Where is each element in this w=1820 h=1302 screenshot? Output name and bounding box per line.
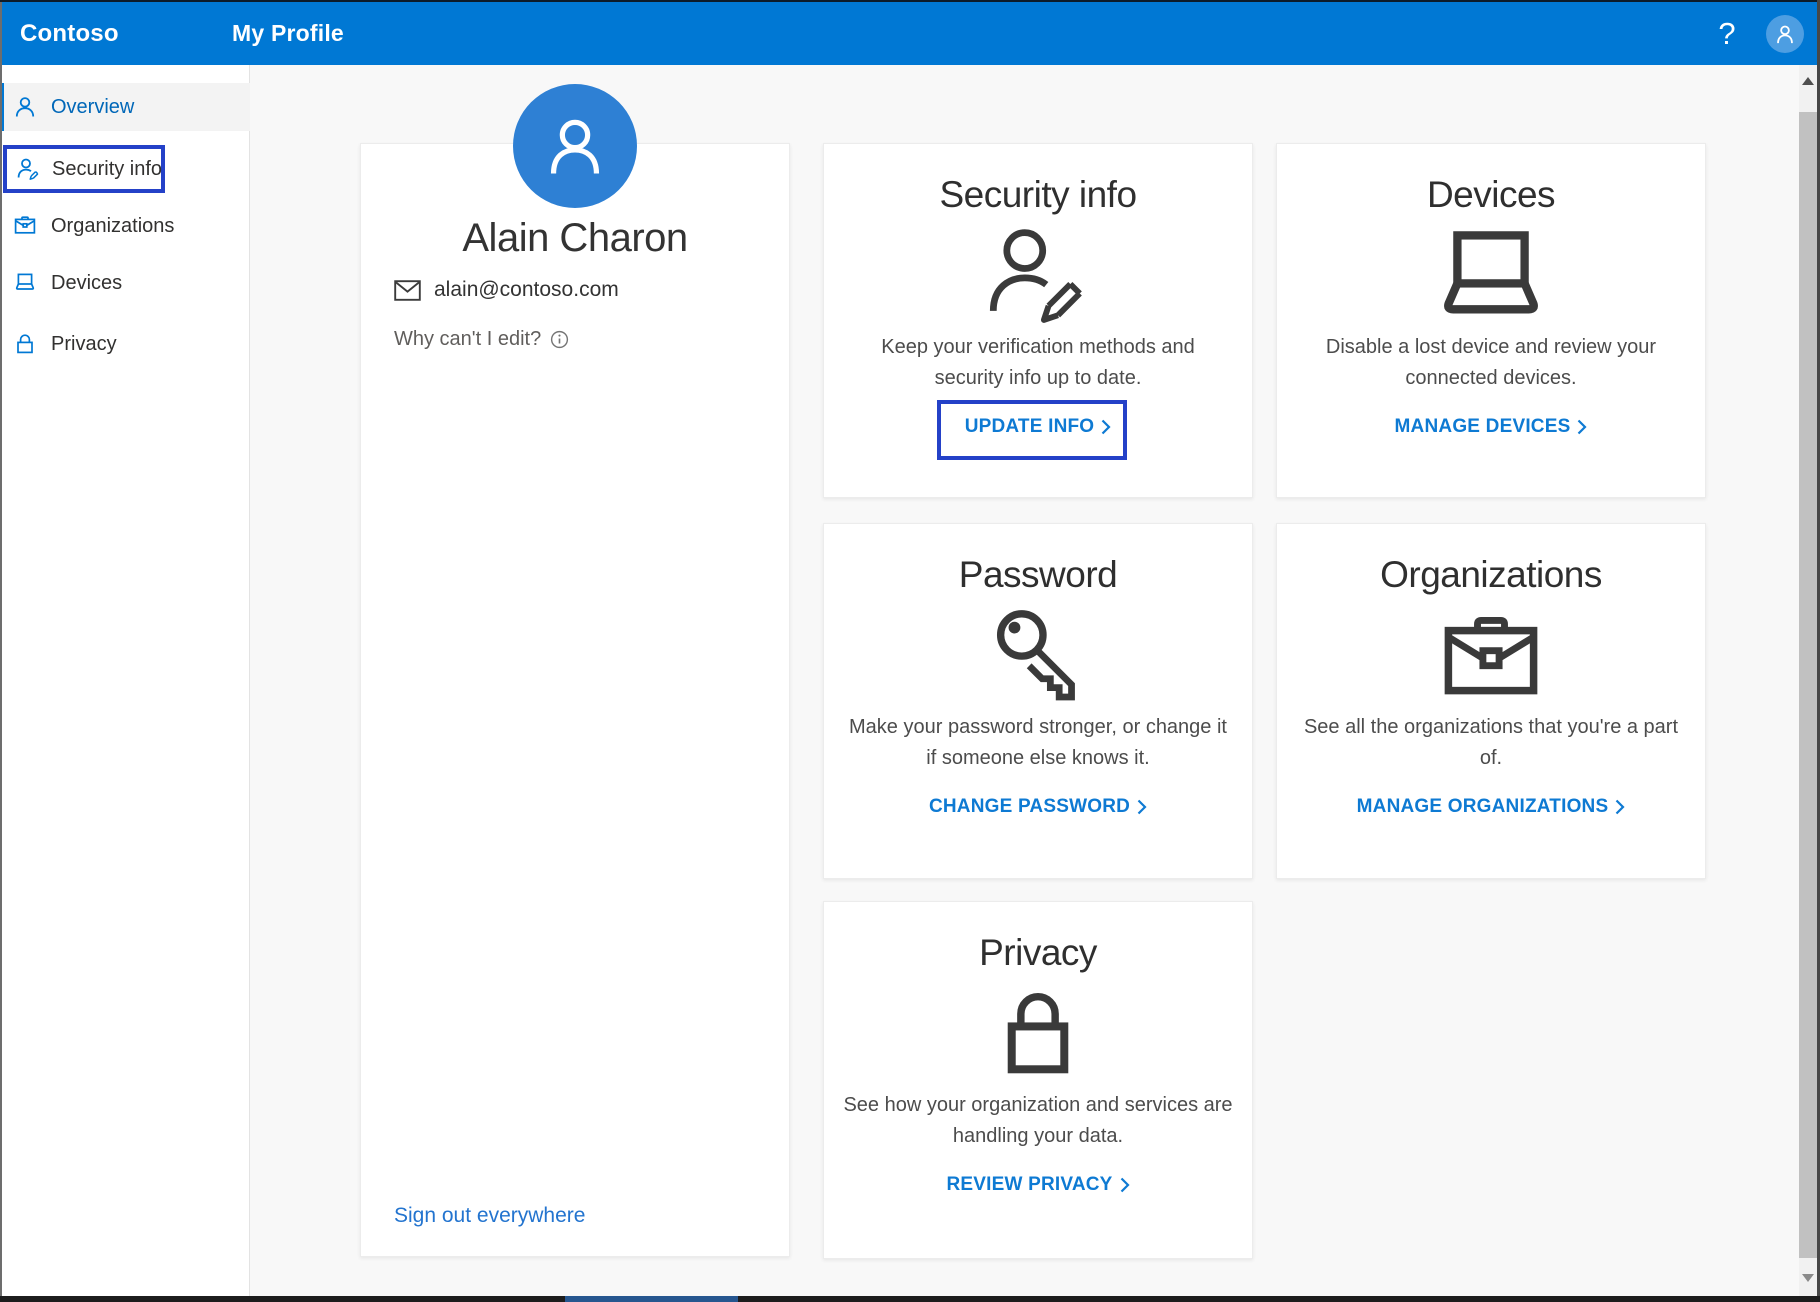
sign-out-everywhere-link[interactable]: Sign out everywhere [394, 1204, 585, 1228]
info-icon [550, 330, 569, 349]
card-title: Password [959, 554, 1117, 596]
sidebar-item-label: Organizations [51, 215, 174, 238]
top-app-bar: Contoso My Profile ? [0, 2, 1820, 65]
change-password-link[interactable]: CHANGE PASSWORD [929, 796, 1147, 818]
account-avatar-button[interactable] [1766, 15, 1804, 53]
card-title: Security info [939, 174, 1136, 216]
sidebar-item-organizations[interactable]: Organizations [0, 202, 250, 250]
highlight-box [937, 400, 1127, 460]
help-icon: ? [1718, 16, 1735, 52]
link-label: MANAGE ORGANIZATIONS [1357, 796, 1609, 818]
brand-logo: Contoso [20, 2, 119, 65]
devices-card: Devices Disable a lost device and review… [1276, 143, 1706, 498]
manage-devices-link[interactable]: MANAGE DEVICES [1395, 416, 1588, 438]
organizations-card: Organizations See all the organizations … [1276, 523, 1706, 879]
scroll-down-button[interactable] [1799, 1268, 1817, 1288]
scroll-up-button[interactable] [1799, 71, 1817, 91]
profile-avatar [513, 84, 637, 208]
laptop-icon [1430, 226, 1552, 328]
sidebar-nav: Overview Security info Organizations [0, 65, 250, 1296]
review-privacy-link[interactable]: REVIEW PRIVACY [946, 1174, 1129, 1196]
help-button[interactable]: ? [1703, 2, 1751, 65]
link-label: REVIEW PRIVACY [946, 1174, 1112, 1196]
taskbar-strip [0, 1296, 1820, 1302]
sidebar-item-label: Devices [51, 272, 122, 295]
person-edit-icon [16, 157, 40, 181]
briefcase-icon [13, 214, 37, 238]
why-cant-edit-row[interactable]: Why can't I edit? [394, 328, 569, 351]
sidebar-item-label: Privacy [51, 333, 117, 356]
card-description: Disable a lost device and review your co… [1326, 332, 1656, 394]
user-email: alain@contoso.com [434, 278, 619, 302]
sidebar-item-label: Overview [51, 96, 134, 119]
taskbar-accent [565, 1296, 738, 1302]
sidebar-item-overview[interactable]: Overview [0, 83, 250, 131]
person-edit-icon [981, 226, 1095, 328]
sidebar-item-privacy[interactable]: Privacy [0, 320, 250, 368]
card-description: See all the organizations that you're a … [1304, 712, 1678, 774]
briefcase-icon [1437, 606, 1545, 708]
lock-icon [998, 984, 1078, 1086]
security-info-card: Security info Keep your verification met… [823, 143, 1253, 498]
profile-card: Alain Charon alain@contoso.com Why can't… [360, 143, 790, 1257]
scroll-up-icon [1802, 77, 1814, 85]
why-cant-edit-label: Why can't I edit? [394, 328, 541, 351]
sidebar-item-security-info[interactable]: Security info [3, 145, 165, 193]
privacy-card: Privacy See how your organization and se… [823, 901, 1253, 1259]
chevron-right-icon [1615, 799, 1625, 815]
card-description: See how your organization and services a… [843, 1090, 1232, 1152]
link-label: CHANGE PASSWORD [929, 796, 1130, 818]
person-icon [13, 95, 37, 119]
scroll-down-icon [1802, 1274, 1814, 1282]
lock-icon [13, 332, 37, 356]
user-avatar-icon [542, 113, 608, 179]
key-icon [990, 606, 1086, 708]
sidebar-item-label: Security info [52, 158, 162, 181]
card-description: Keep your verification methods and secur… [881, 332, 1195, 394]
sidebar-item-devices[interactable]: Devices [0, 259, 250, 307]
card-title: Devices [1427, 174, 1555, 216]
user-email-row: alain@contoso.com [394, 278, 619, 302]
page-title: My Profile [232, 2, 344, 65]
card-title: Organizations [1380, 554, 1602, 596]
envelope-icon [394, 280, 421, 301]
chevron-right-icon [1577, 419, 1587, 435]
password-card: Password Make your password stronger, or… [823, 523, 1253, 879]
link-label: MANAGE DEVICES [1395, 416, 1571, 438]
user-name: Alain Charon [361, 216, 789, 261]
window-top-border [0, 0, 1820, 2]
window-left-border [0, 2, 2, 1296]
user-avatar-icon [1774, 23, 1796, 45]
manage-organizations-link[interactable]: MANAGE ORGANIZATIONS [1357, 796, 1626, 818]
card-title: Privacy [979, 932, 1097, 974]
vertical-scrollbar[interactable] [1799, 65, 1817, 1296]
chevron-right-icon [1120, 1177, 1130, 1193]
laptop-icon [13, 271, 37, 295]
scrollbar-thumb[interactable] [1799, 112, 1817, 1258]
card-description: Make your password stronger, or change i… [849, 712, 1227, 774]
chevron-right-icon [1137, 799, 1147, 815]
